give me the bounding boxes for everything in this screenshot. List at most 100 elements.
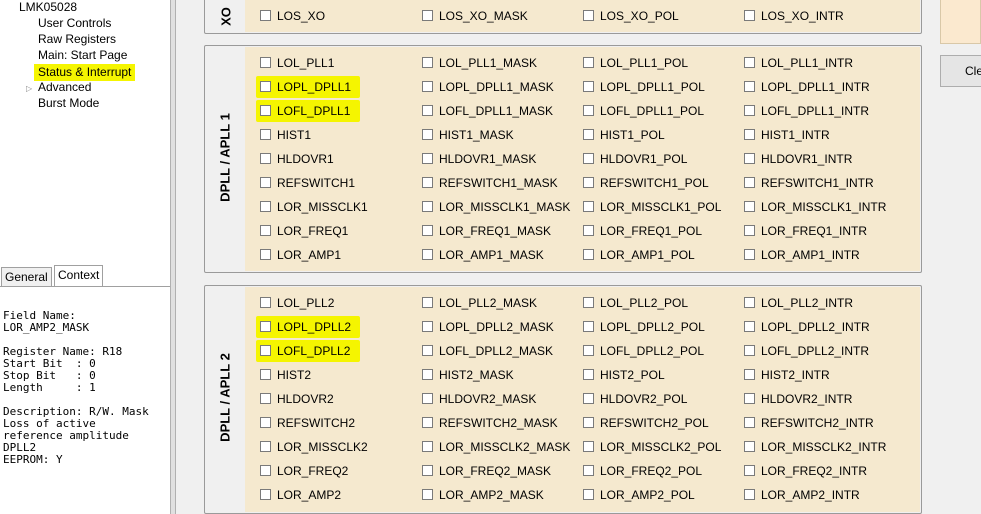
checkbox-box[interactable] (744, 177, 755, 188)
checkbox-lol-pll2-mask[interactable]: LOL_PLL2_MASK (422, 295, 539, 311)
checkbox-box[interactable] (422, 129, 433, 140)
checkbox-box[interactable] (260, 177, 271, 188)
checkbox-lopl-dpll2-intr[interactable]: LOPL_DPLL2_INTR (744, 319, 872, 335)
tab-general[interactable]: General (1, 267, 52, 286)
checkbox-box[interactable] (583, 321, 594, 332)
checkbox-box[interactable] (422, 10, 433, 21)
checkbox-lor-freq2-mask[interactable]: LOR_FREQ2_MASK (422, 463, 553, 479)
checkbox-box[interactable] (744, 105, 755, 116)
checkbox-lopl-dpll2-pol[interactable]: LOPL_DPLL2_POL (583, 319, 707, 335)
checkbox-box[interactable] (260, 105, 271, 116)
checkbox-box[interactable] (422, 297, 433, 308)
checkbox-box[interactable] (583, 369, 594, 380)
checkbox-lor-missclk2-pol[interactable]: LOR_MISSCLK2_POL (583, 439, 723, 455)
checkbox-box[interactable] (422, 249, 433, 260)
checkbox-refswitch2-mask[interactable]: REFSWITCH2_MASK (422, 415, 560, 431)
tree-item-main-start-page[interactable]: Main: Start Page (38, 48, 127, 62)
checkbox-box[interactable] (583, 465, 594, 476)
tree-item-advanced[interactable]: Advanced (38, 80, 91, 94)
checkbox-lofl-dpll1-intr[interactable]: LOFL_DPLL1_INTR (744, 103, 871, 119)
checkbox-box[interactable] (583, 105, 594, 116)
checkbox-box[interactable] (260, 345, 271, 356)
checkbox-hldovr1[interactable]: HLDOVR1 (260, 151, 336, 167)
checkbox-box[interactable] (583, 441, 594, 452)
checkbox-refswitch1-intr[interactable]: REFSWITCH1_INTR (744, 175, 876, 191)
checkbox-refswitch2-pol[interactable]: REFSWITCH2_POL (583, 415, 711, 431)
checkbox-box[interactable] (260, 465, 271, 476)
checkbox-lofl-dpll1-pol[interactable]: LOFL_DPLL1_POL (583, 103, 706, 119)
checkbox-hldovr1-pol[interactable]: HLDOVR1_POL (583, 151, 689, 167)
checkbox-box[interactable] (422, 489, 433, 500)
checkbox-refswitch1-pol[interactable]: REFSWITCH1_POL (583, 175, 711, 191)
checkbox-lor-freq2-pol[interactable]: LOR_FREQ2_POL (583, 463, 704, 479)
checkbox-lor-amp1-mask[interactable]: LOR_AMP1_MASK (422, 247, 546, 263)
checkbox-box[interactable] (744, 153, 755, 164)
checkbox-box[interactable] (744, 441, 755, 452)
checkbox-box[interactable] (260, 81, 271, 92)
checkbox-hldovr1-mask[interactable]: HLDOVR1_MASK (422, 151, 538, 167)
checkbox-box[interactable] (744, 417, 755, 428)
checkbox-box[interactable] (744, 129, 755, 140)
checkbox-box[interactable] (744, 345, 755, 356)
checkbox-box[interactable] (260, 129, 271, 140)
checkbox-box[interactable] (583, 153, 594, 164)
checkbox-lor-missclk1-pol[interactable]: LOR_MISSCLK1_POL (583, 199, 723, 215)
tree-root[interactable]: LMK05028 (19, 0, 77, 14)
checkbox-box[interactable] (260, 417, 271, 428)
checkbox-hist1[interactable]: HIST1 (260, 127, 313, 143)
checkbox-box[interactable] (260, 249, 271, 260)
checkbox-lor-freq1[interactable]: LOR_FREQ1 (260, 223, 350, 239)
checkbox-hldovr1-intr[interactable]: HLDOVR1_INTR (744, 151, 854, 167)
checkbox-refswitch1[interactable]: REFSWITCH1 (260, 175, 357, 191)
checkbox-lor-amp1[interactable]: LOR_AMP1 (260, 247, 343, 263)
checkbox-box[interactable] (744, 225, 755, 236)
checkbox-box[interactable] (422, 177, 433, 188)
checkbox-lopl-dpll2-mask[interactable]: LOPL_DPLL2_MASK (422, 319, 556, 335)
checkbox-lor-freq1-pol[interactable]: LOR_FREQ1_POL (583, 223, 704, 239)
tree-item-burst-mode[interactable]: Burst Mode (38, 96, 99, 110)
checkbox-box[interactable] (422, 57, 433, 68)
checkbox-box[interactable] (260, 321, 271, 332)
checkbox-hldovr2-pol[interactable]: HLDOVR2_POL (583, 391, 689, 407)
checkbox-lofl-dpll2-pol[interactable]: LOFL_DPLL2_POL (583, 343, 706, 359)
checkbox-hist2-intr[interactable]: HIST2_INTR (744, 367, 832, 383)
checkbox-box[interactable] (422, 105, 433, 116)
checkbox-hldovr2[interactable]: HLDOVR2 (260, 391, 336, 407)
checkbox-hist2-pol[interactable]: HIST2_POL (583, 367, 667, 383)
checkbox-lopl-dpll1-pol[interactable]: LOPL_DPLL1_POL (583, 79, 707, 95)
checkbox-lor-freq1-intr[interactable]: LOR_FREQ1_INTR (744, 223, 869, 239)
checkbox-box[interactable] (260, 369, 271, 380)
checkbox-lol-pll1-mask[interactable]: LOL_PLL1_MASK (422, 55, 539, 71)
checkbox-box[interactable] (583, 177, 594, 188)
checkbox-box[interactable] (744, 201, 755, 212)
checkbox-box[interactable] (422, 345, 433, 356)
checkbox-hldovr2-intr[interactable]: HLDOVR2_INTR (744, 391, 854, 407)
checkbox-box[interactable] (260, 393, 271, 404)
checkbox-lofl-dpll2-intr[interactable]: LOFL_DPLL2_INTR (744, 343, 871, 359)
checkbox-lor-amp2-mask[interactable]: LOR_AMP2_MASK (422, 487, 546, 503)
checkbox-hist1-intr[interactable]: HIST1_INTR (744, 127, 832, 143)
checkbox-box[interactable] (744, 393, 755, 404)
checkbox-box[interactable] (583, 129, 594, 140)
checkbox-box[interactable] (260, 153, 271, 164)
checkbox-refswitch2[interactable]: REFSWITCH2 (260, 415, 357, 431)
checkbox-box[interactable] (422, 225, 433, 236)
checkbox-box[interactable] (744, 321, 755, 332)
checkbox-box[interactable] (422, 369, 433, 380)
checkbox-box[interactable] (744, 489, 755, 500)
checkbox-box[interactable] (422, 441, 433, 452)
checkbox-hist1-mask[interactable]: HIST1_MASK (422, 127, 516, 143)
checkbox-los-xo-pol[interactable]: LOS_XO_POL (583, 8, 681, 24)
checkbox-box[interactable] (583, 81, 594, 92)
checkbox-box[interactable] (260, 10, 271, 21)
checkbox-box[interactable] (744, 81, 755, 92)
checkbox-box[interactable] (744, 57, 755, 68)
checkbox-hist2-mask[interactable]: HIST2_MASK (422, 367, 516, 383)
checkbox-los-xo-intr[interactable]: LOS_XO_INTR (744, 8, 846, 24)
expand-arrow-icon[interactable]: ▷ (26, 84, 32, 93)
checkbox-lol-pll1-intr[interactable]: LOL_PLL1_INTR (744, 55, 855, 71)
checkbox-box[interactable] (260, 201, 271, 212)
checkbox-box[interactable] (260, 489, 271, 500)
checkbox-lopl-dpll2[interactable]: LOPL_DPLL2 (260, 319, 353, 335)
checkbox-box[interactable] (260, 57, 271, 68)
